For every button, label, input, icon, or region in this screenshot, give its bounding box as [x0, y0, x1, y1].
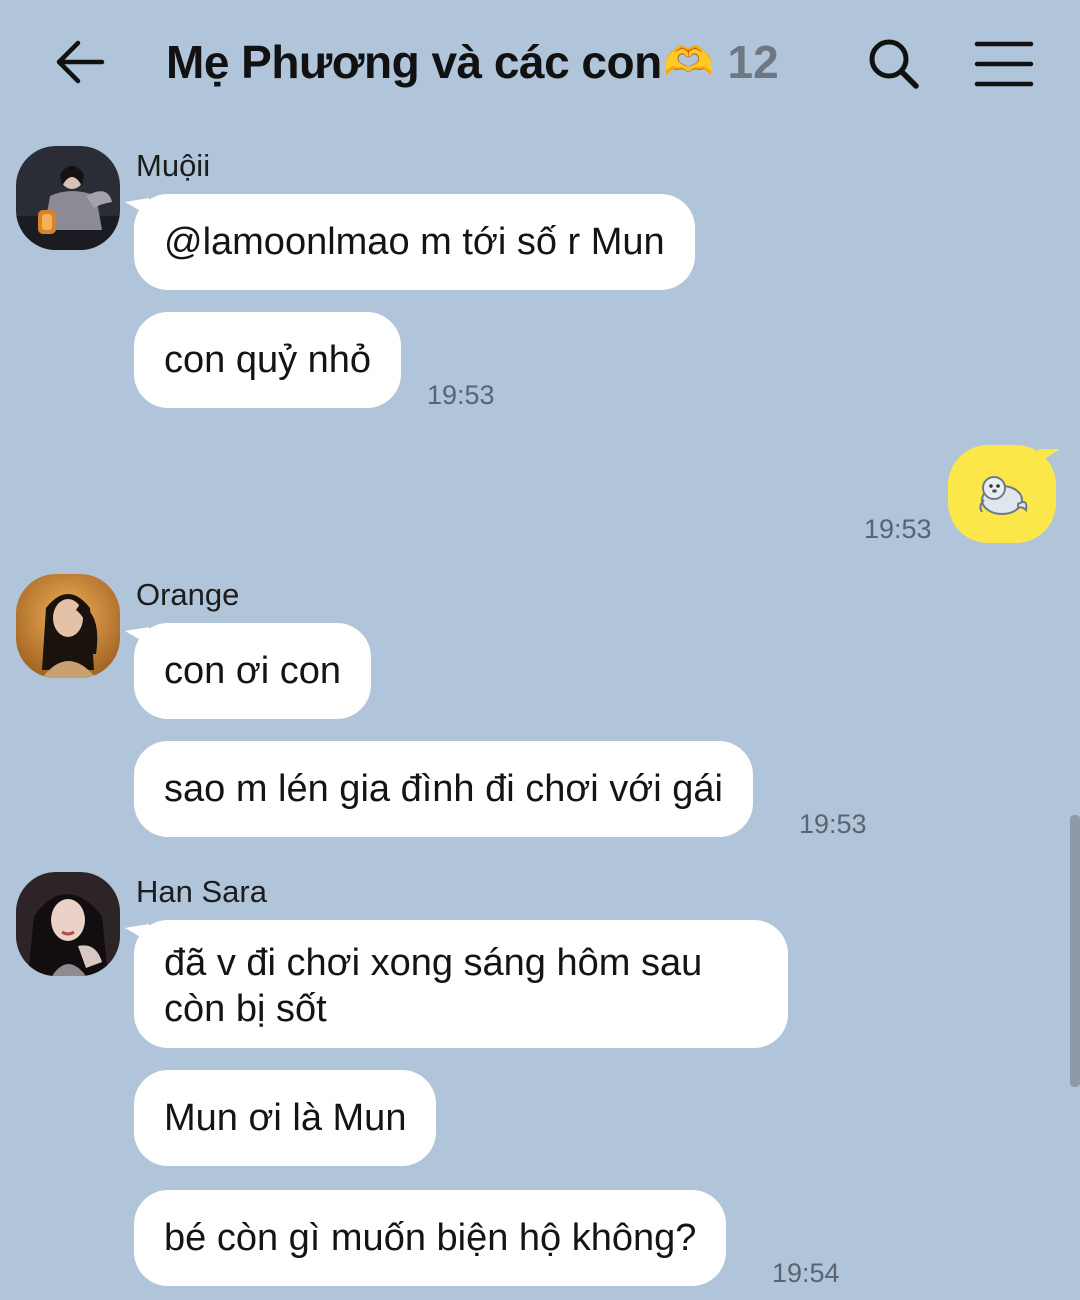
- message-timestamp: 19:53: [427, 380, 495, 410]
- avatar-muoii[interactable]: [16, 146, 120, 250]
- chat-header: Mẹ Phương và các con 🫶 12: [0, 0, 1080, 125]
- search-button[interactable]: [864, 34, 924, 94]
- message-timestamp: 19:53: [799, 809, 867, 839]
- message-bubble[interactable]: @lamoonlmao m tới số r Mun: [125, 194, 695, 290]
- message-bubble[interactable]: bé còn gì muốn biện hộ không?: [134, 1190, 727, 1286]
- back-arrow-icon: [56, 40, 105, 84]
- avatar-orange-image: [16, 574, 120, 678]
- sent-sticker-bubble[interactable]: [948, 445, 1060, 543]
- sender-name: Orange: [136, 577, 240, 612]
- message-bubble[interactable]: Mun ơi là Mun: [134, 1070, 437, 1166]
- member-count: 12: [727, 36, 779, 88]
- back-button[interactable]: [50, 32, 110, 92]
- avatar-orange[interactable]: [16, 574, 120, 678]
- heart-hands-emoji: 🫶: [663, 40, 714, 84]
- message-bubble[interactable]: đã v đi chơi xong sáng hôm sau còn bị số…: [125, 920, 788, 1048]
- avatar-han-sara-image: [16, 872, 120, 976]
- message-text: con ơi con: [164, 650, 342, 692]
- message-text: bé còn gì muốn biện hộ không?: [164, 1217, 697, 1259]
- menu-icon: [974, 41, 1034, 87]
- scrollbar-thumb[interactable]: [1070, 815, 1080, 1087]
- avatar-han-sara[interactable]: [16, 872, 120, 976]
- avatar-muoii-image: [16, 146, 120, 250]
- message-text: con quỷ nhỏ: [164, 339, 372, 381]
- message-text: đã v đi chơi xong sáng hôm sau còn bị số…: [164, 942, 703, 1030]
- message-bubble[interactable]: con quỷ nhỏ: [134, 312, 402, 408]
- message-timestamp: 19:54: [772, 1258, 840, 1288]
- message-timestamp: 19:53: [864, 514, 932, 544]
- seal-sticker: [979, 476, 1028, 515]
- message-text: @lamoonlmao m tới số r Mun: [164, 221, 665, 263]
- search-icon: [869, 39, 919, 89]
- message-text: Mun ơi là Mun: [164, 1097, 407, 1139]
- message-bubble[interactable]: sao m lén gia đình đi chơi với gái: [134, 741, 753, 837]
- sender-name: Han Sara: [136, 874, 267, 909]
- menu-button[interactable]: [972, 36, 1036, 92]
- chat-title: Mẹ Phương và các con: [166, 36, 662, 88]
- message-bubble[interactable]: con ơi con: [124, 623, 372, 719]
- sender-name: Muộii: [136, 148, 211, 183]
- message-text: sao m lén gia đình đi chơi với gái: [164, 768, 723, 810]
- chat-title-group[interactable]: Mẹ Phương và các con 🫶 12: [166, 30, 779, 94]
